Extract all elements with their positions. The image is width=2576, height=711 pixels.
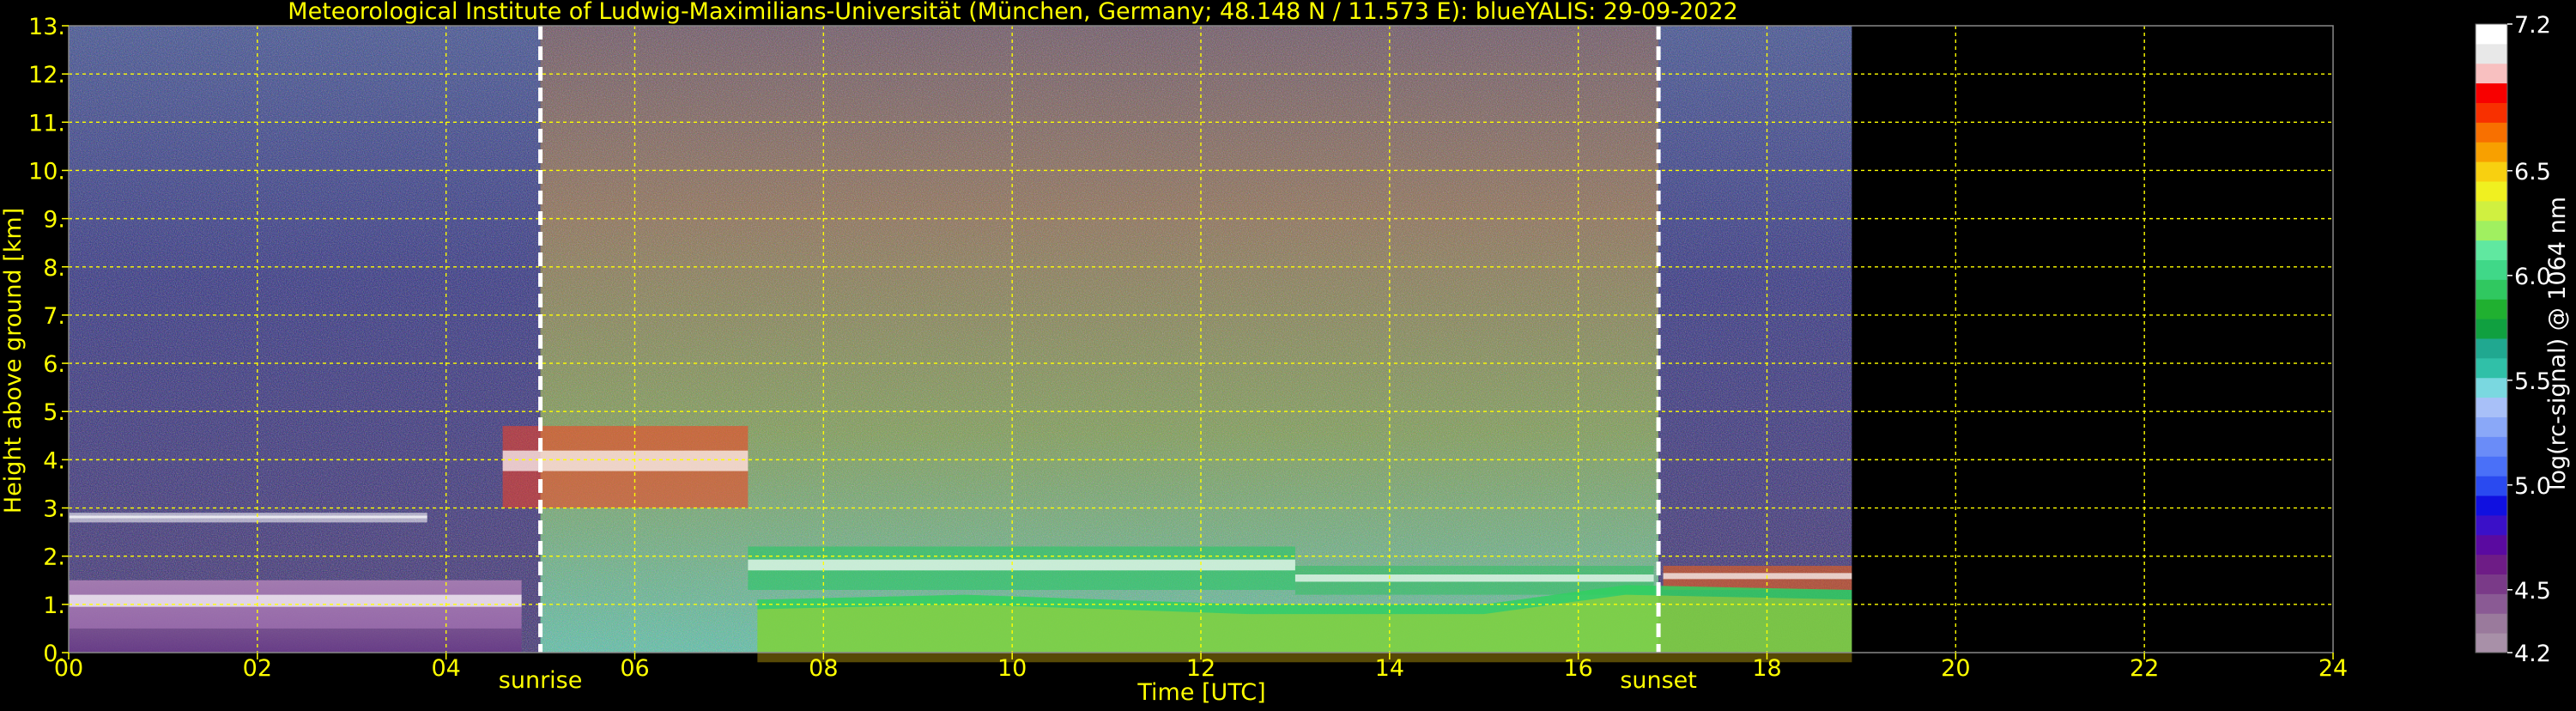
x-tick-label: 16 [1563,655,1592,682]
y-tick-label: 10. [28,158,65,185]
colorbar-segment [2476,554,2507,574]
cloud-layer [748,546,1295,590]
cloud-layer-core [69,515,427,519]
colorbar-segment [2476,338,2507,359]
colorbar-segment [2476,456,2507,477]
y-tick-label: 3. [43,496,65,523]
cloud-layer-core [1663,573,1852,580]
y-tick-label: 13. [28,14,65,40]
colorbar-tick-label: 4.2 [2514,641,2551,667]
y-tick-label: 0. [43,641,65,667]
colorbar-segment [2476,319,2507,339]
no-data-region [1852,26,2333,653]
y-tick-label: 2. [43,544,65,571]
y-tick-label: 11. [28,110,65,137]
y-tick-label: 5. [43,399,65,426]
y-axis-label: Height above ground [km] [0,208,27,514]
cloud-layer-core [1294,574,1654,582]
y-tick-label: 7. [43,303,65,330]
colorbar: 4.24.55.05.56.06.57.2 [2475,12,2551,667]
cloud-layer [69,513,427,523]
colorbar-segment [2476,142,2507,162]
colorbar-segment [2476,181,2507,202]
cloud-layer [1663,565,1852,590]
x-tick-label: 18 [1752,655,1781,682]
colorbar-segment [2476,63,2507,84]
colorbar-segment [2476,397,2507,417]
colorbar-segment [2476,102,2507,123]
colorbar-segment [2476,357,2507,379]
chart-title: Meteorological Institute of Ludwig-Maxim… [288,0,1737,25]
chart-svg: sunrise sunset 00 02 04 06 08 10 12 14 16 18 20 22 24… [0,0,2571,706]
x-tick-label: 02 [243,655,272,682]
x-tick-label: 04 [431,655,460,682]
colorbar-segment [2476,299,2507,319]
colorbar-segment [2476,43,2507,64]
cloud-layer-core [69,594,522,607]
y-tick-label: 1. [43,592,65,619]
x-tick-label: 24 [2318,655,2348,682]
x-axis-label: Time [UTC] [1136,679,1265,706]
colorbar-tick-label: 7.2 [2514,12,2551,39]
colorbar-label: log(rc-signal) @ 1064 nm [2544,197,2571,490]
x-tick-label: 10 [997,655,1027,682]
colorbar-segment [2476,259,2507,280]
sun-marker-label: sunrise [499,667,583,694]
y-tick-label: 9. [43,207,65,234]
colorbar-segment [2476,534,2507,556]
colorbar-tick-label: 4.5 [2514,578,2551,605]
colorbar-segment [2476,436,2507,457]
colorbar-segment [2476,613,2507,634]
colorbar-segment [2476,495,2507,516]
colorbar-segment [2476,279,2507,300]
sun-marker-label: sunset [1620,667,1697,694]
colorbar-segment [2476,240,2507,260]
colorbar-segment [2476,24,2507,45]
colorbar-segment [2476,377,2507,398]
y-tick-label: 8. [43,255,65,282]
x-tick-label: 08 [809,655,838,682]
colorbar-segment [2476,593,2507,614]
x-tick-label: 20 [1941,655,1970,682]
colorbar-segment [2476,514,2507,536]
colorbar-segment [2476,200,2507,222]
colorbar-segment [2476,82,2507,103]
y-tick-label: 6. [43,351,65,378]
y-tick-label: 12. [28,62,65,88]
x-tick-label: 06 [620,655,649,682]
colorbar-tick-label: 6.5 [2514,159,2551,185]
y-tick-label: 4. [43,447,65,474]
colorbar-segment [2476,161,2507,182]
lidar-chart: sunrise sunset 00 02 04 06 08 10 12 14 16 18 20 22 24… [0,0,2576,708]
colorbar-segment [2476,633,2507,653]
x-tick-label: 22 [2130,655,2159,682]
x-tick-label: 14 [1375,655,1404,682]
colorbar-segment [2476,574,2507,594]
colorbar-segment [2476,416,2507,437]
colorbar-segment [2476,220,2507,241]
colorbar-segment [2476,476,2507,496]
cloud-layer-core [748,559,1295,571]
x-tick-label: 12 [1186,655,1215,682]
colorbar-segment [2476,122,2507,143]
